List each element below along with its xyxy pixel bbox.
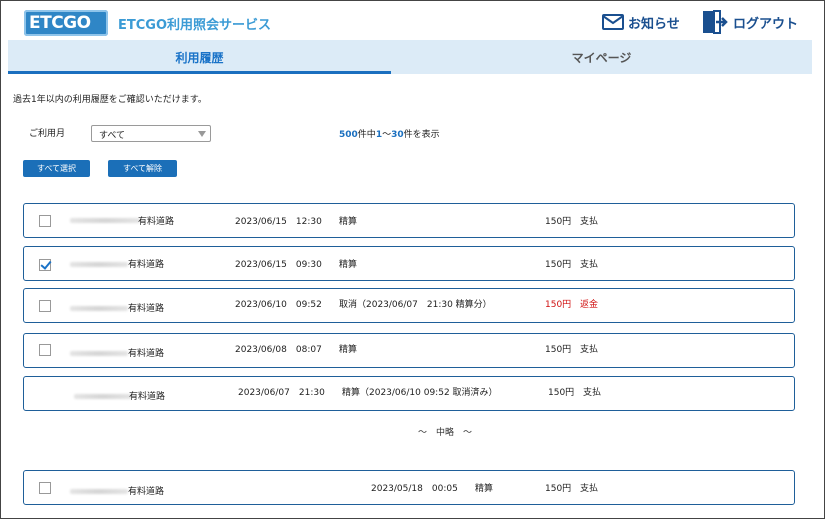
redacted-road-name: [70, 351, 128, 356]
deselect-all-button[interactable]: すべて解除: [108, 160, 177, 177]
row-datetime: 2023/05/18 00:05: [371, 484, 458, 494]
row-type: 精算: [339, 217, 358, 227]
row-amount: 150円: [548, 388, 575, 398]
row-road: 有料道路: [138, 217, 175, 227]
history-row[interactable]: 有料道路 2023/06/07 21:30 精算（2023/06/10 09:5…: [23, 376, 795, 411]
row-status: 支払: [583, 388, 602, 398]
row-checkbox[interactable]: [39, 344, 51, 356]
redacted-road-name: [74, 394, 132, 399]
row-checkbox[interactable]: [39, 300, 51, 312]
row-type: 精算: [339, 260, 358, 270]
row-amount: 150円: [545, 217, 572, 227]
history-row[interactable]: 有料道路 2023/06/10 09:52 取消（2023/06/07 21:3…: [23, 288, 795, 323]
logout-door-icon: [703, 10, 728, 34]
row-status: 支払: [580, 345, 599, 355]
tab-usage-history[interactable]: 利用履歴: [8, 40, 391, 74]
etcgo-logo[interactable]: ETCGO: [24, 10, 108, 36]
row-status: 返金: [580, 300, 599, 310]
row-type: 精算: [339, 345, 358, 355]
omitted-indicator: ～ 中略 ～: [418, 428, 473, 438]
row-road: 有料道路: [128, 349, 165, 359]
row-checkbox[interactable]: [39, 482, 51, 494]
select-all-button[interactable]: すべて選択: [23, 160, 90, 177]
row-datetime: 2023/06/07 21:30: [238, 388, 325, 398]
row-status: 支払: [580, 217, 599, 227]
row-datetime: 2023/06/08 08:07: [235, 345, 322, 355]
row-status: 支払: [580, 484, 599, 494]
redacted-road-name: [70, 262, 128, 267]
logout-label: ログアウト: [733, 16, 799, 32]
history-row[interactable]: 有料道路 2023/06/15 09:30 精算 150円 支払: [23, 246, 795, 281]
tab-bar: 利用履歴 マイページ: [8, 40, 812, 74]
logo-text: ETCGO: [29, 13, 91, 33]
row-datetime: 2023/06/15 12:30: [235, 217, 322, 227]
redacted-road-name: [70, 218, 140, 223]
result-total-suffix: 件中: [357, 130, 376, 140]
result-range-suffix: 件を表示: [403, 130, 440, 140]
row-type: 精算（2023/06/10 09:52 取消済み）: [342, 388, 498, 398]
redacted-road-name: [70, 306, 128, 311]
header: ETCGO ETCGO利用照会サービス お知らせ ログアウト: [8, 6, 816, 40]
row-datetime: 2023/06/10 09:52: [235, 300, 322, 310]
tab-my-page[interactable]: マイページ: [391, 40, 812, 74]
history-row[interactable]: 有料道路 2023/05/18 00:05 精算 150円 支払: [23, 470, 795, 505]
caret-down-icon: [198, 131, 206, 137]
intro-text: 過去1年以内の利用履歴をご確認いただけます。: [13, 95, 207, 105]
mail-icon: [602, 14, 624, 30]
row-amount: 150円: [545, 260, 572, 270]
logout-link[interactable]: ログアウト: [702, 10, 798, 34]
usage-month-select[interactable]: すべて: [91, 125, 211, 142]
tab-usage-history-label: 利用履歴: [175, 50, 224, 65]
row-amount: 150円: [545, 484, 572, 494]
notice-link[interactable]: お知らせ: [602, 11, 680, 33]
row-status: 支払: [580, 260, 599, 270]
row-checkbox-checked[interactable]: [39, 259, 51, 271]
redacted-road-name: [70, 489, 128, 494]
history-row[interactable]: 有料道路 2023/06/15 12:30 精算 150円 支払: [23, 203, 795, 238]
result-count: 500件中1～30件を表示: [339, 127, 440, 140]
usage-month-label: ご利用月: [29, 129, 66, 139]
row-road: 有料道路: [129, 392, 166, 402]
row-road: 有料道路: [128, 304, 165, 314]
tab-my-page-label: マイページ: [571, 50, 632, 65]
row-type: 取消（2023/06/07 21:30 精算分）: [339, 300, 492, 310]
result-range-sep: ～: [382, 130, 392, 140]
usage-month-select-value: すべて: [99, 131, 126, 141]
active-tab-indicator: [8, 71, 391, 74]
row-amount: 150円: [545, 345, 572, 355]
row-datetime: 2023/06/15 09:30: [235, 260, 322, 270]
row-road: 有料道路: [128, 260, 165, 270]
result-range-end: 30: [391, 130, 404, 140]
history-row[interactable]: 有料道路 2023/06/08 08:07 精算 150円 支払: [23, 333, 795, 368]
result-total: 500: [339, 130, 358, 140]
row-road: 有料道路: [128, 487, 165, 497]
row-amount: 150円: [545, 300, 572, 310]
row-checkbox[interactable]: [39, 215, 51, 227]
app-title: ETCGO利用照会サービス: [118, 18, 272, 33]
row-type: 精算: [475, 484, 494, 494]
notice-label: お知らせ: [628, 16, 680, 32]
